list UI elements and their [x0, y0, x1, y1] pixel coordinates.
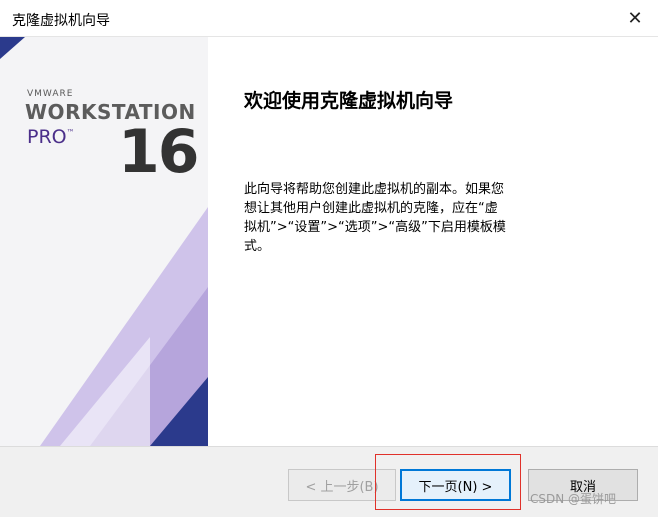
window-title: 克隆虚拟机向导	[12, 13, 110, 29]
brand-version: 16	[118, 117, 199, 187]
banner-corner-triangle	[0, 37, 25, 59]
wizard-heading: 欢迎使用克隆虚拟机向导	[244, 90, 454, 112]
back-button[interactable]: < 上一步(B)	[288, 469, 396, 501]
footer-divider	[0, 446, 658, 447]
next-button[interactable]: 下一页(N) >	[400, 469, 511, 501]
brand-pro-text: PRO	[27, 126, 67, 148]
watermark: CSDN @蛋饼吧	[530, 492, 617, 506]
brand-trademark: ™	[66, 128, 75, 137]
title-bar: 克隆虚拟机向导 ✕	[0, 0, 658, 37]
close-button[interactable]: ✕	[612, 0, 658, 36]
wizard-description: 此向导将帮助您创建此虚拟机的副本。如果您想让其他用户创建此虚拟机的克隆，应在“虚…	[244, 182, 506, 254]
brand-vmware: VMWARE	[27, 89, 74, 99]
close-icon: ✕	[627, 7, 643, 29]
brand-pro: PRO™	[27, 126, 75, 148]
product-banner: VMWARE WORKSTATION PRO™ 16	[0, 37, 208, 446]
